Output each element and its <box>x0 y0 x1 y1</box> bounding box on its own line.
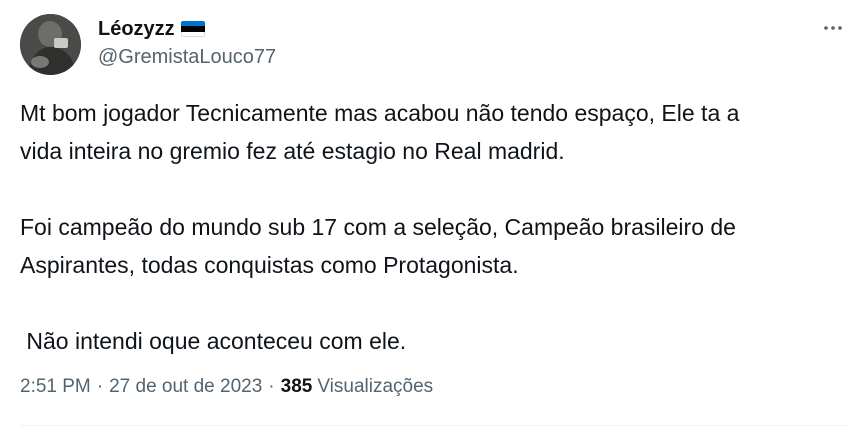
tweet-text: Mt bom jogador Tecnicamente mas acabou n… <box>20 94 850 360</box>
user-handle[interactable]: @GremistaLouco77 <box>98 46 276 69</box>
name-row: Léozyzz <box>98 14 276 44</box>
tweet-date[interactable]: 27 de out de 2023 <box>109 376 262 398</box>
views-count[interactable]: 385 <box>281 376 313 398</box>
meta-separator: · <box>96 376 104 397</box>
more-options-icon[interactable] <box>817 12 849 44</box>
avatar[interactable] <box>20 14 81 75</box>
avatar-photo <box>20 14 81 75</box>
tweet-paragraph-3: Não intendi oque aconteceu com ele. <box>20 328 407 354</box>
tweet-paragraph-2: Foi campeão do mundo sub 17 com a seleçã… <box>20 214 736 278</box>
tweet: Léozyzz @GremistaLouco77 Mt bom jogador … <box>0 0 863 428</box>
divider <box>20 425 849 426</box>
estonia-flag-icon <box>180 21 205 37</box>
views-label[interactable]: Visualizações <box>317 376 433 398</box>
display-name[interactable]: Léozyzz <box>98 18 175 41</box>
tweet-time[interactable]: 2:51 PM <box>20 376 91 398</box>
author-block: Léozyzz @GremistaLouco77 <box>98 14 276 69</box>
tweet-meta: 2:51 PM · 27 de out de 2023 · 385 Visual… <box>20 372 433 402</box>
meta-separator: · <box>268 376 275 397</box>
tweet-paragraph-1: Mt bom jogador Tecnicamente mas acabou n… <box>20 100 740 164</box>
